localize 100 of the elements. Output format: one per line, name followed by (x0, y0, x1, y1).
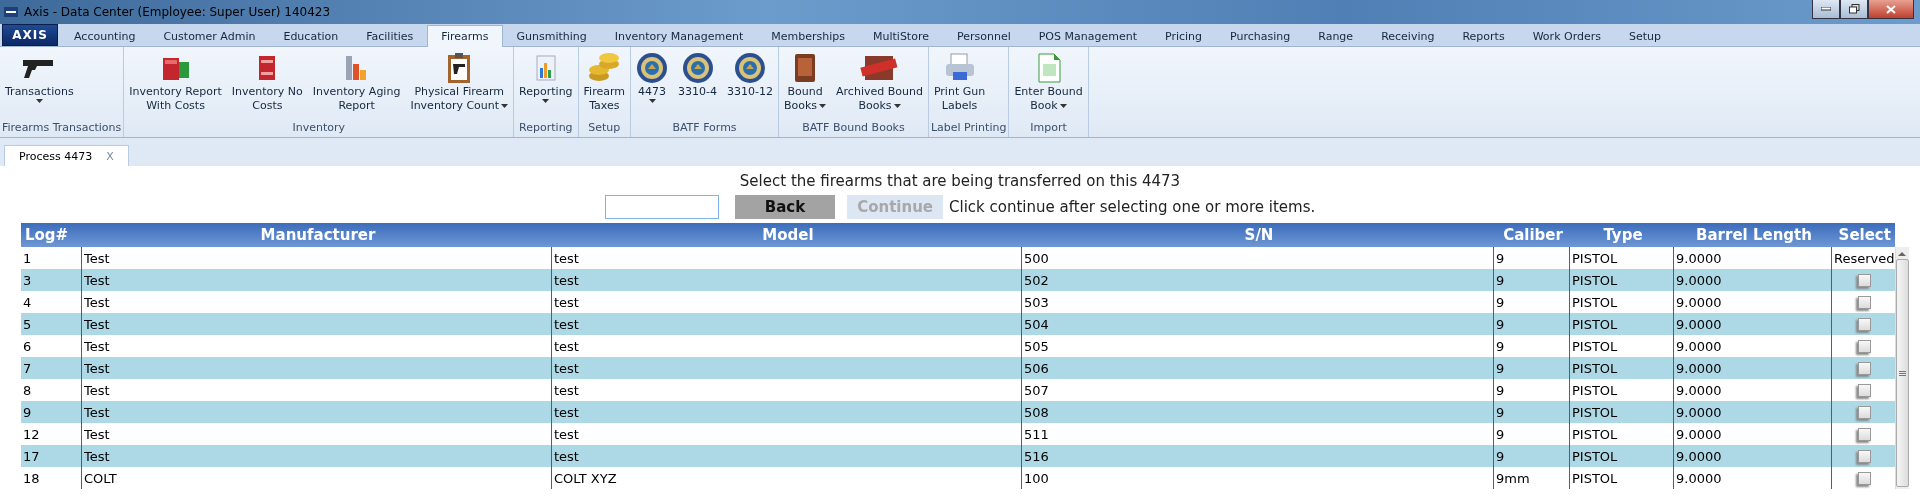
ribbon-tab[interactable]: Receiving (1367, 25, 1449, 47)
column-header[interactable]: Select (1831, 223, 1895, 247)
ribbon-button[interactable]: Archived Bound Books (831, 51, 928, 113)
ribbon-tab[interactable]: POS Management (1024, 25, 1151, 47)
table-cell: 3 (21, 269, 81, 291)
select-checkbox[interactable] (1857, 449, 1871, 463)
ribbon-tab[interactable]: Memberships (757, 25, 859, 47)
group-title: BATF Bound Books (801, 121, 906, 136)
group-title: Setup (587, 121, 622, 136)
table-cell: 9 (1493, 357, 1569, 379)
group-title: Inventory (291, 121, 346, 136)
ribbon-button[interactable]: 3310-12 (722, 51, 778, 99)
search-field[interactable] (604, 195, 719, 219)
ribbon-tab[interactable]: Pricing (1150, 25, 1217, 47)
select-checkbox[interactable] (1857, 383, 1871, 397)
table-cell: 9.0000 (1673, 313, 1831, 335)
ribbon-button[interactable]: Reporting (514, 51, 578, 103)
ribbon-button[interactable]: Enter Bound Book (1009, 51, 1088, 113)
table-cell: test (551, 445, 1021, 467)
ribbon-button[interactable]: Transactions (0, 51, 79, 103)
ribbon-tab[interactable]: Purchasing (1216, 25, 1305, 47)
table-cell: 9 (1493, 313, 1569, 335)
select-checkbox[interactable] (1857, 317, 1871, 331)
table-cell: 504 (1021, 313, 1493, 335)
column-header[interactable]: Caliber (1493, 223, 1569, 247)
table-cell: 9.0000 (1673, 357, 1831, 379)
select-checkbox[interactable] (1857, 361, 1871, 375)
app-menu-button[interactable]: AXIS (2, 24, 58, 46)
table-cell: PISTOL (1569, 401, 1673, 423)
minimize-icon (1821, 7, 1831, 11)
ribbon-tab[interactable]: Setup (1615, 25, 1675, 47)
table-cell: 9.0000 (1673, 269, 1831, 291)
table-cell: Test (81, 401, 551, 423)
ribbon-button[interactable]: Bound Books (778, 51, 832, 113)
table-cell: 9 (1493, 445, 1569, 467)
column-header[interactable]: Log# (21, 223, 81, 247)
select-checkbox[interactable] (1857, 471, 1871, 485)
table-cell: Test (81, 313, 551, 335)
seal-icon (636, 51, 668, 85)
select-checkbox[interactable] (1857, 405, 1871, 419)
table-cell: 9.0000 (1673, 445, 1831, 467)
ribbon-tab[interactable]: Customer Admin (149, 25, 270, 47)
table-cell: Test (81, 357, 551, 379)
table-cell: test (551, 401, 1021, 423)
column-header[interactable]: Barrel Length (1673, 223, 1831, 247)
table-cell: Reserved (1831, 247, 1895, 269)
table-cell: PISTOL (1569, 357, 1673, 379)
table-cell: 7 (21, 357, 81, 379)
table-cell: 9.0000 (1673, 401, 1831, 423)
ribbon-button[interactable]: 4473 (631, 51, 673, 103)
ribbon-tab[interactable]: Work Orders (1518, 25, 1615, 47)
ribbon-tab[interactable]: Reports (1448, 25, 1519, 47)
ribbon-button[interactable]: Physical Firearm Inventory Count (405, 51, 514, 113)
ribbon-tab[interactable]: Firearms (427, 25, 503, 47)
restore-button[interactable] (1840, 0, 1868, 19)
minimize-button[interactable] (1812, 0, 1840, 19)
app-icon (4, 7, 18, 17)
grip-icon (1898, 370, 1906, 376)
ribbon-button[interactable]: Inventory No Costs (226, 51, 308, 113)
select-checkbox[interactable] (1857, 339, 1871, 353)
seal-icon (681, 51, 714, 85)
column-header[interactable]: Model (551, 223, 1021, 247)
ribbon-tab[interactable]: Inventory Management (600, 25, 758, 47)
ribbon-tab[interactable]: Personnel (942, 25, 1025, 47)
column-header[interactable]: Type (1569, 223, 1673, 247)
close-button[interactable] (1868, 0, 1914, 19)
ribbon-tab[interactable]: Range (1304, 25, 1368, 47)
select-checkbox[interactable] (1857, 273, 1871, 287)
table-cell: PISTOL (1569, 313, 1673, 335)
ribbon-tab[interactable]: Gunsmithing (502, 25, 601, 47)
table-cell: 17 (21, 445, 81, 467)
tab-close-button[interactable]: X (106, 149, 114, 163)
book-icon (792, 51, 818, 85)
close-icon (1886, 4, 1896, 14)
column-header[interactable]: S/N (1021, 223, 1493, 247)
scroll-up-icon[interactable] (1898, 251, 1906, 257)
group-title: Label Printing (929, 121, 1008, 136)
ribbon-button[interactable]: Firearm Taxes (578, 51, 630, 113)
table-cell: 9 (1493, 269, 1569, 291)
ribbon-button[interactable]: Inventory Report With Costs (124, 51, 227, 113)
ribbon-button[interactable]: Print Gun Labels (928, 51, 991, 113)
group-title: BATF Forms (671, 121, 738, 136)
select-checkbox[interactable] (1857, 427, 1871, 441)
ribbon-tab[interactable]: MultiStore (859, 25, 943, 47)
ribbon-tab[interactable]: Facilities (352, 25, 428, 47)
ribbon-button[interactable]: Inventory Aging Report (307, 51, 406, 113)
table-cell: PISTOL (1569, 445, 1673, 467)
table-cell: Test (81, 445, 551, 467)
column-header[interactable]: Manufacturer (81, 223, 551, 247)
back-button[interactable]: Back (734, 195, 836, 219)
ribbon-tab[interactable]: Education (269, 25, 353, 47)
table-cell: 508 (1021, 401, 1493, 423)
ribbon-button[interactable]: 3310-4 (673, 51, 722, 99)
document-tab[interactable]: Process 4473 X (4, 145, 129, 166)
group-title: Reporting (518, 121, 574, 136)
ribbon-tab[interactable]: Accounting (60, 25, 150, 47)
select-checkbox[interactable] (1857, 295, 1871, 309)
table-cell: Test (81, 269, 551, 291)
restore-icon (1848, 4, 1860, 14)
hint-text: Click continue after selecting one or more items. (949, 198, 1316, 216)
